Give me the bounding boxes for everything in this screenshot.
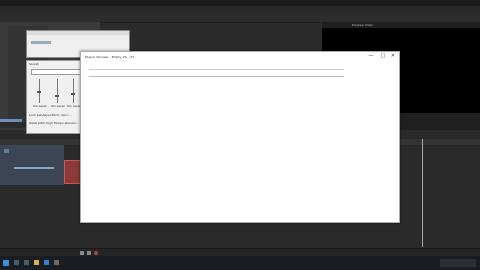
track-volume-slider[interactable]: [14, 167, 54, 169]
play-button[interactable]: [80, 251, 84, 255]
plugin-window-titlebar: Plug-In Chooser - Empty_20... 07 — □ ✕: [81, 52, 399, 62]
sound-dialog[interactable]: Sound Sin Level Sin Level Sin Level Lock…: [26, 60, 84, 134]
system-clock[interactable]: [440, 259, 476, 267]
close-button[interactable]: ✕: [388, 52, 398, 60]
slider-knob-2[interactable]: [55, 95, 59, 97]
browser-icon[interactable]: [44, 260, 49, 265]
checkbox-allow-pitch[interactable]: Allow pitch high Tempo above=...: [29, 121, 79, 125]
slider-track-3[interactable]: [73, 79, 74, 103]
slider-track-2[interactable]: [57, 79, 58, 103]
small-titlebar: [27, 31, 129, 35]
slider-label-1: Sin Level: [33, 104, 47, 108]
windows-start-icon[interactable]: [3, 260, 9, 266]
plugin-divider-2: [89, 76, 344, 77]
track-header[interactable]: [0, 145, 64, 185]
search-icon[interactable]: [14, 260, 19, 265]
stop-button[interactable]: [87, 251, 91, 255]
record-button[interactable]: [94, 251, 98, 255]
preview-tab[interactable]: Preview Video: [352, 23, 373, 27]
maximize-button[interactable]: □: [379, 52, 387, 60]
minimize-button[interactable]: —: [366, 52, 376, 60]
dialog-title: Sound: [29, 62, 39, 66]
checkbox-pitch-lock[interactable]: Lock pan/level Pitch, mic=...: [29, 113, 72, 117]
playhead-marker[interactable]: [422, 139, 423, 247]
slider-knob-3[interactable]: [71, 93, 75, 95]
slider-knob-1[interactable]: [37, 91, 41, 93]
slider-label-2: Sin Level: [51, 104, 65, 108]
small-list-item[interactable]: [31, 41, 51, 44]
track-mute-icon[interactable]: [4, 149, 9, 153]
plugin-chooser-window[interactable]: Plug-In Chooser - Empty_20... 07 — □ ✕: [80, 51, 400, 223]
slider-label-3: Sin Level: [67, 104, 81, 108]
plugin-window-title: Plug-In Chooser - Empty_20... 07: [85, 55, 135, 59]
plugin-divider-1: [89, 69, 344, 70]
task-view-icon[interactable]: [24, 260, 29, 265]
explorer-icon[interactable]: [34, 260, 39, 265]
dialog-dropdown[interactable]: [31, 69, 81, 75]
app-icon[interactable]: [54, 260, 59, 265]
selected-media-item[interactable]: [0, 119, 22, 122]
windows-taskbar[interactable]: [0, 256, 480, 270]
